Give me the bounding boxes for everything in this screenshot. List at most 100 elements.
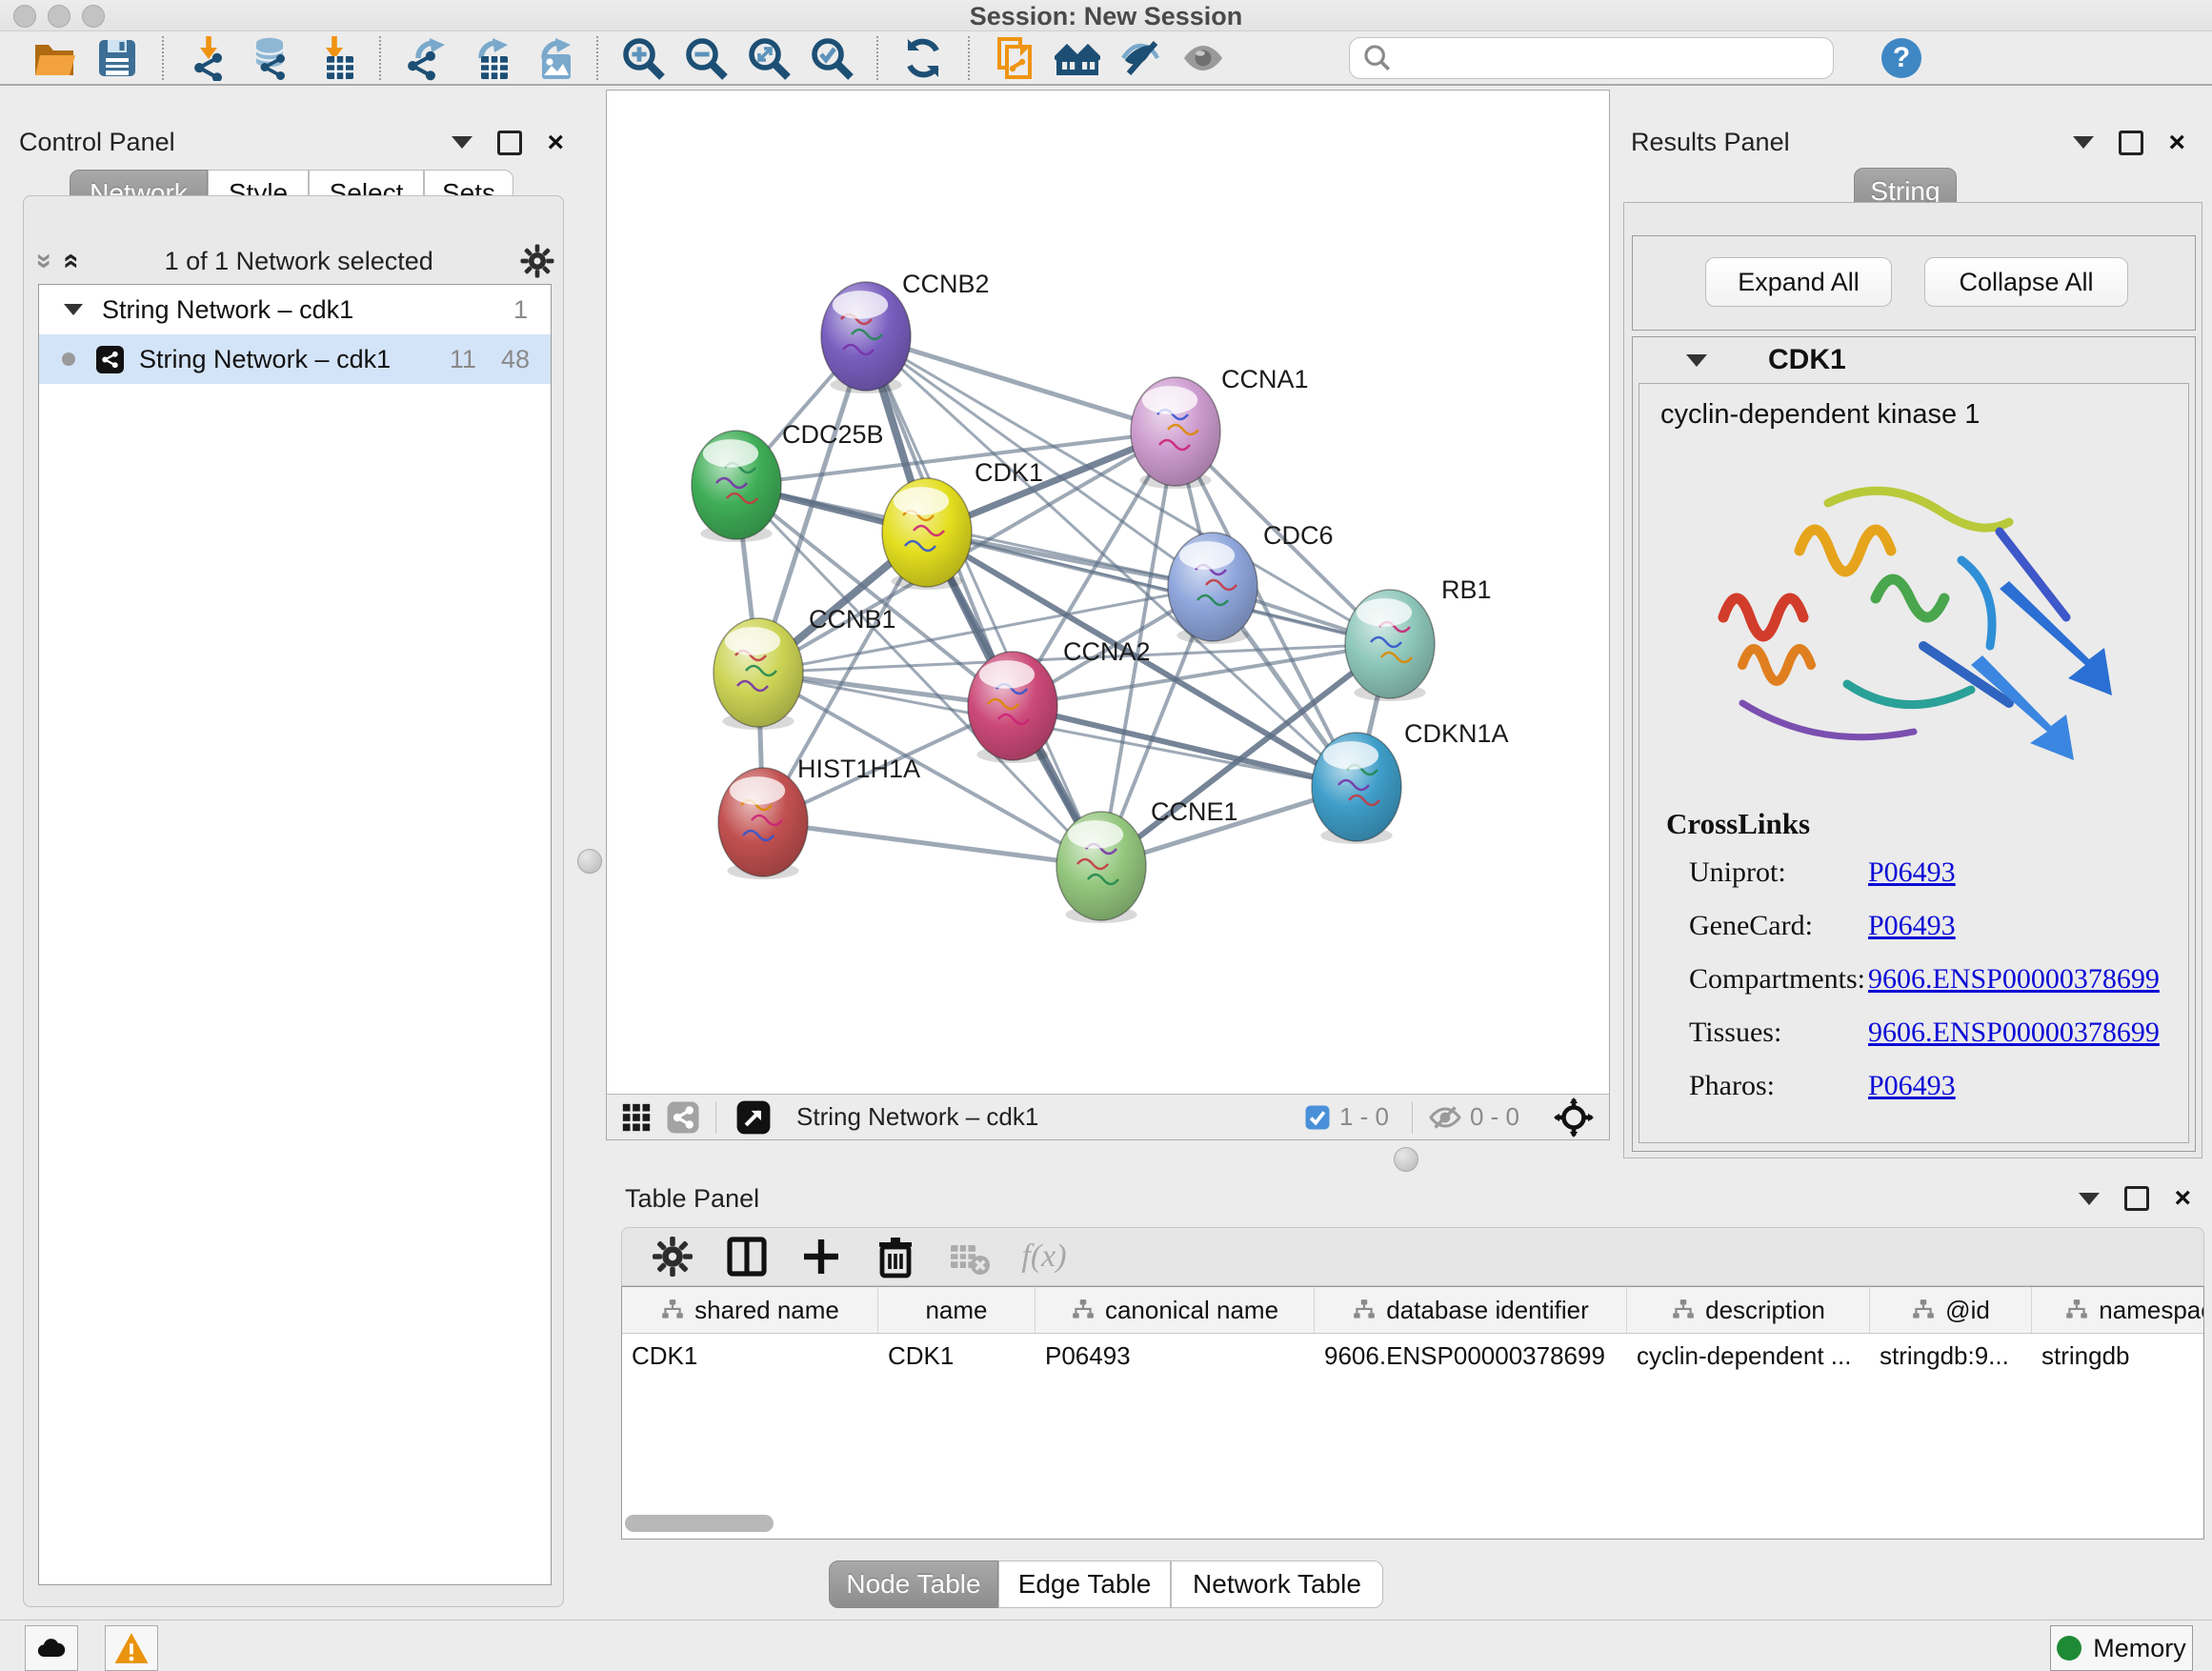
control-panel-close-icon[interactable]: × xyxy=(547,133,564,152)
table-cell[interactable]: stringdb:9... xyxy=(1870,1334,2032,1378)
crosslink-value-link[interactable]: 9606.ENSP00000378699 xyxy=(1868,1017,2160,1049)
table-settings-gear-icon[interactable] xyxy=(635,1233,710,1280)
table-panel-menu-icon[interactable] xyxy=(2079,1193,2100,1205)
help-button[interactable]: ? xyxy=(1881,38,1921,78)
expand-all-tree-icon[interactable]: « xyxy=(55,253,88,270)
collection-expand-icon[interactable] xyxy=(64,304,83,315)
network-node-ccne1[interactable]: CCNE1 xyxy=(1056,797,1238,923)
table-cell[interactable]: CDK1 xyxy=(878,1334,1036,1378)
crosslink-value-link[interactable]: 9606.ENSP00000378699 xyxy=(1868,963,2160,996)
results-buttons-box: Expand All Collapse All xyxy=(1632,235,2196,331)
hidden-eye-slash-icon[interactable] xyxy=(1428,1100,1462,1135)
crosslink-label: Compartments: xyxy=(1689,963,1868,996)
network-node-ccnb2[interactable]: CCNB2 xyxy=(821,270,990,393)
tree-options-gear-icon[interactable] xyxy=(518,242,556,280)
network-node-rb1[interactable]: RB1 xyxy=(1345,575,1492,701)
network-node-ccna1[interactable]: CCNA1 xyxy=(1131,365,1309,489)
table-cell[interactable]: cyclin-dependent ... xyxy=(1627,1334,1870,1378)
results-panel-menu-icon[interactable] xyxy=(2073,136,2094,149)
import-table-icon[interactable] xyxy=(303,34,366,82)
cloud-button[interactable] xyxy=(25,1625,78,1671)
grid-view-icon[interactable] xyxy=(620,1101,653,1134)
crosslink-row: Tissues:9606.ENSP00000378699 xyxy=(1689,1017,2188,1049)
crosslink-value-link[interactable]: P06493 xyxy=(1868,856,1956,889)
import-network-icon[interactable] xyxy=(177,34,240,82)
memory-button[interactable]: Memory xyxy=(2050,1625,2193,1671)
column-header-canonical-name[interactable]: canonical name xyxy=(1036,1287,1315,1333)
table-panel-header: Table Panel × xyxy=(606,1179,2204,1218)
collapse-all-tree-icon[interactable]: « xyxy=(26,253,58,270)
table-row[interactable]: CDK1CDK1P064939606.ENSP00000378699cyclin… xyxy=(622,1334,2203,1378)
left-splitter-handle[interactable] xyxy=(577,849,602,874)
result-entry-box: CDK1 cyclin-dependent kinase 1 xyxy=(1632,336,2196,1152)
collapse-all-button[interactable]: Collapse All xyxy=(1924,257,2128,307)
table-panel-float-icon[interactable] xyxy=(2124,1186,2149,1211)
table-cell[interactable]: P06493 xyxy=(1036,1334,1315,1378)
duplicate-document-icon[interactable] xyxy=(983,34,1046,82)
export-network-icon[interactable] xyxy=(394,34,457,82)
column-header--id[interactable]: @id xyxy=(1870,1287,2032,1333)
crosslink-value-link[interactable]: P06493 xyxy=(1868,1070,1956,1102)
add-column-icon[interactable] xyxy=(784,1233,858,1280)
toolbar-separator xyxy=(968,36,970,80)
export-image-icon[interactable] xyxy=(520,34,583,82)
selected-checkbox-icon[interactable] xyxy=(1303,1103,1332,1132)
zoom-out-icon[interactable] xyxy=(674,34,737,82)
table-horizontal-scrollbar[interactable] xyxy=(625,1515,2199,1532)
birds-eye-view-icon[interactable] xyxy=(735,1099,772,1136)
tab-edge-table[interactable]: Edge Table xyxy=(998,1560,1171,1608)
table-panel-close-icon[interactable]: × xyxy=(2174,1189,2191,1208)
column-type-icon xyxy=(1071,1298,1096,1322)
network-node-hist1h1a[interactable]: HIST1H1A xyxy=(718,755,920,879)
column-type-icon xyxy=(1911,1298,1936,1322)
show-columns-icon[interactable] xyxy=(710,1233,784,1280)
tab-network-table[interactable]: Network Table xyxy=(1171,1560,1383,1608)
horizontal-splitter-handle[interactable] xyxy=(1394,1147,1418,1172)
network-node-cdkn1a[interactable]: CDKN1A xyxy=(1312,719,1509,844)
crosslink-value-link[interactable]: P06493 xyxy=(1868,910,1956,942)
result-entry-header[interactable]: CDK1 xyxy=(1633,337,2195,383)
zoom-selected-icon[interactable] xyxy=(800,34,863,82)
table-cell[interactable]: 9606.ENSP00000378699 xyxy=(1315,1334,1627,1378)
export-table-icon[interactable] xyxy=(457,34,520,82)
refresh-layout-icon[interactable] xyxy=(892,34,955,82)
column-header-name[interactable]: name xyxy=(878,1287,1036,1333)
zoom-in-icon[interactable] xyxy=(612,34,674,82)
toolbar-separator xyxy=(379,36,381,80)
table-cell[interactable]: CDK1 xyxy=(622,1334,878,1378)
warning-button[interactable] xyxy=(105,1625,158,1671)
column-header-shared-name[interactable]: shared name xyxy=(622,1287,878,1333)
delete-column-icon[interactable] xyxy=(858,1233,933,1280)
collection-label: String Network – cdk1 xyxy=(102,295,353,325)
network-share-view-icon[interactable] xyxy=(666,1100,700,1135)
control-panel-float-icon[interactable] xyxy=(497,131,522,155)
scrollbar-thumb[interactable] xyxy=(625,1515,774,1532)
results-panel-float-icon[interactable] xyxy=(2119,131,2143,155)
tab-node-table[interactable]: Node Table xyxy=(829,1560,998,1608)
import-network-database-icon[interactable] xyxy=(240,34,303,82)
toolbar-search[interactable] xyxy=(1349,37,1834,79)
column-header-description[interactable]: description xyxy=(1627,1287,1870,1333)
search-input[interactable] xyxy=(1394,42,1807,73)
column-header-namespace[interactable]: namespace xyxy=(2032,1287,2204,1333)
network-tree-header: « « 1 of 1 Network selected xyxy=(34,240,556,282)
show-eye-icon[interactable] xyxy=(1172,34,1235,82)
zoom-fit-icon[interactable] xyxy=(737,34,800,82)
fit-crosshair-icon[interactable] xyxy=(1554,1097,1594,1137)
save-session-icon[interactable] xyxy=(86,34,149,82)
home-networks-icon[interactable] xyxy=(1046,34,1109,82)
control-panel-menu-icon[interactable] xyxy=(452,136,473,149)
network-canvas[interactable]: CCNB2CCNA1CDC25BCDK1CDC6RB1CCNB1CCNA2CDK… xyxy=(607,91,1609,1094)
hide-panel-eye-icon[interactable] xyxy=(1109,34,1172,82)
network-row-selected[interactable]: String Network – cdk1 11 48 xyxy=(39,334,551,384)
open-file-icon[interactable] xyxy=(23,34,86,82)
results-panel-close-icon[interactable]: × xyxy=(2168,133,2185,152)
table-cell[interactable]: stringdb xyxy=(2032,1334,2204,1378)
node-table[interactable]: shared name namecanonical namedatabase id… xyxy=(621,1286,2204,1540)
collection-count: 1 xyxy=(513,295,528,325)
network-collection-row[interactable]: String Network – cdk1 1 xyxy=(39,285,551,334)
column-header-database-identifier[interactable]: database identifier xyxy=(1315,1287,1627,1333)
entry-collapse-icon[interactable] xyxy=(1686,354,1707,367)
expand-all-button[interactable]: Expand All xyxy=(1705,257,1892,307)
column-label: shared name xyxy=(694,1296,839,1325)
